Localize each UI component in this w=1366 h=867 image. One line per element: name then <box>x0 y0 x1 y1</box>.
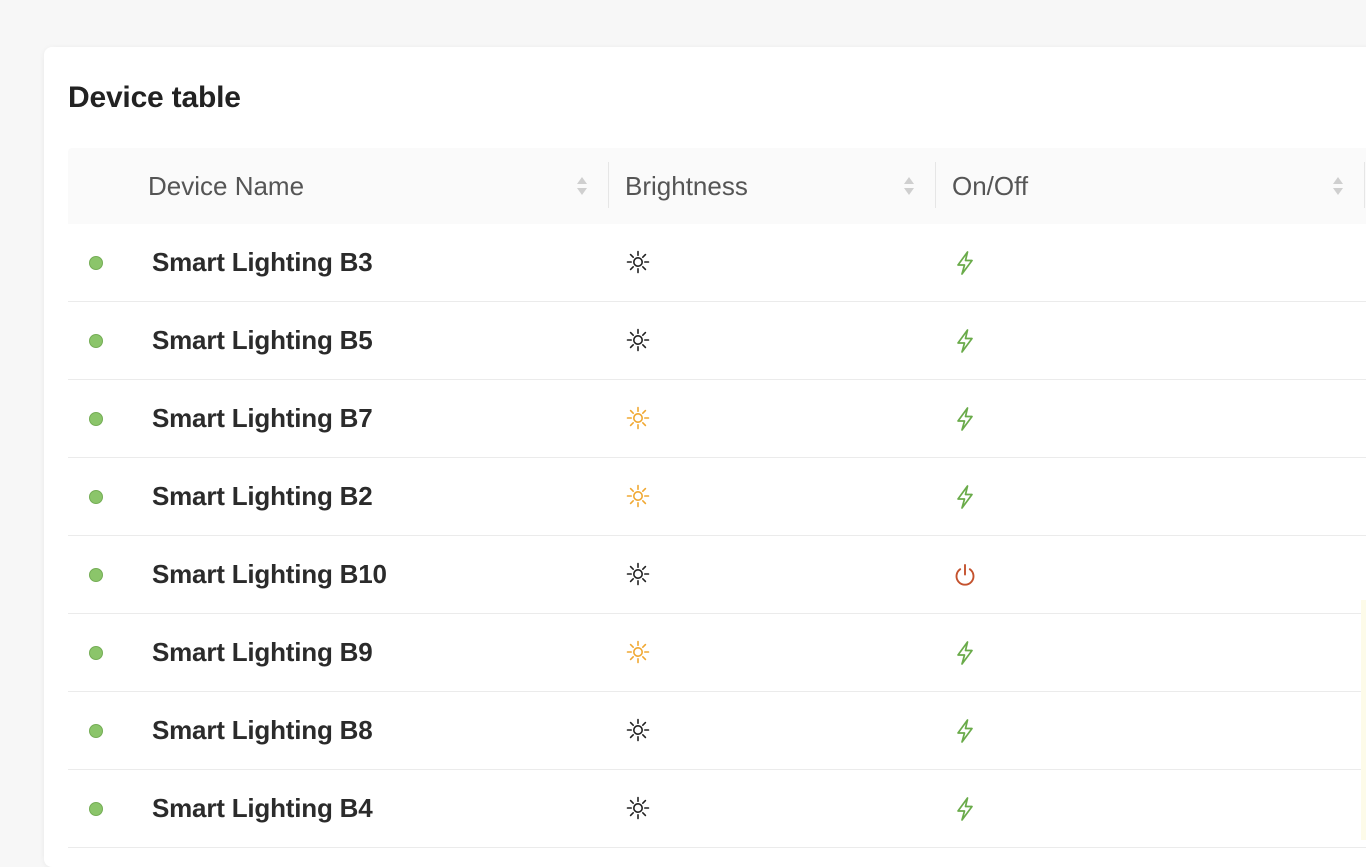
device-name: Smart Lighting B5 <box>152 325 373 355</box>
sun-bright-icon[interactable] <box>626 640 650 664</box>
table-row[interactable]: Smart Lighting B9 <box>68 614 1366 692</box>
sun-dark-icon[interactable] <box>626 562 650 586</box>
bolt-icon[interactable] <box>952 718 978 744</box>
column-header-label: Device Name <box>148 170 305 201</box>
table-body: Smart Lighting B3 Smart Lighting B5 Smart … <box>68 224 1366 848</box>
status-dot <box>89 724 103 738</box>
bolt-icon[interactable] <box>952 484 978 510</box>
sort-icon[interactable] <box>903 174 915 198</box>
column-divider[interactable] <box>935 162 936 208</box>
column-divider[interactable] <box>1364 162 1365 208</box>
table-row[interactable]: Smart Lighting B10 <box>68 536 1366 614</box>
column-header-device-name[interactable]: Device Name <box>148 148 608 224</box>
bolt-icon[interactable] <box>952 640 978 666</box>
bolt-icon[interactable] <box>952 406 978 432</box>
table-row[interactable]: Smart Lighting B4 <box>68 770 1366 848</box>
column-divider[interactable] <box>608 162 609 208</box>
sort-icon[interactable] <box>1332 174 1344 198</box>
device-name: Smart Lighting B10 <box>152 559 387 589</box>
sun-bright-icon[interactable] <box>626 406 650 430</box>
bolt-icon[interactable] <box>952 250 978 276</box>
column-header-brightness[interactable]: Brightness <box>625 148 925 224</box>
table-row[interactable]: Smart Lighting B3 <box>68 224 1366 302</box>
table-row[interactable]: Smart Lighting B2 <box>68 458 1366 536</box>
device-name: Smart Lighting B9 <box>152 637 373 667</box>
device-name: Smart Lighting B3 <box>152 247 373 277</box>
bolt-icon[interactable] <box>952 796 978 822</box>
device-table-card: Device table Device Name Brightness On/O… <box>44 47 1366 867</box>
status-dot <box>89 568 103 582</box>
table-row[interactable]: Smart Lighting B5 <box>68 302 1366 380</box>
status-dot <box>89 256 103 270</box>
card-title: Device table <box>68 81 241 114</box>
status-dot <box>89 412 103 426</box>
table-row[interactable]: Smart Lighting B7 <box>68 380 1366 458</box>
status-dot <box>89 490 103 504</box>
table-row[interactable]: Smart Lighting B8 <box>68 692 1366 770</box>
status-dot <box>89 334 103 348</box>
sun-dark-icon[interactable] <box>626 718 650 742</box>
power-off-icon[interactable] <box>952 562 978 588</box>
table-header: Device Name Brightness On/Off <box>68 148 1366 224</box>
bolt-icon[interactable] <box>952 328 978 354</box>
device-name: Smart Lighting B4 <box>152 793 373 823</box>
sun-dark-icon[interactable] <box>626 250 650 274</box>
column-header-label: Brightness <box>625 170 748 201</box>
column-header-label: On/Off <box>952 170 1029 201</box>
device-name: Smart Lighting B7 <box>152 403 373 433</box>
column-header-on-off[interactable]: On/Off <box>952 148 1352 224</box>
sun-dark-icon[interactable] <box>626 796 650 820</box>
adjacent-panel-edge <box>1361 600 1366 840</box>
status-dot <box>89 802 103 816</box>
sun-dark-icon[interactable] <box>626 328 650 352</box>
device-name: Smart Lighting B8 <box>152 715 373 745</box>
status-dot <box>89 646 103 660</box>
sort-icon[interactable] <box>576 174 588 198</box>
sun-bright-icon[interactable] <box>626 484 650 508</box>
device-name: Smart Lighting B2 <box>152 481 373 511</box>
device-table: Device Name Brightness On/Off Smart Ligh… <box>68 148 1366 848</box>
